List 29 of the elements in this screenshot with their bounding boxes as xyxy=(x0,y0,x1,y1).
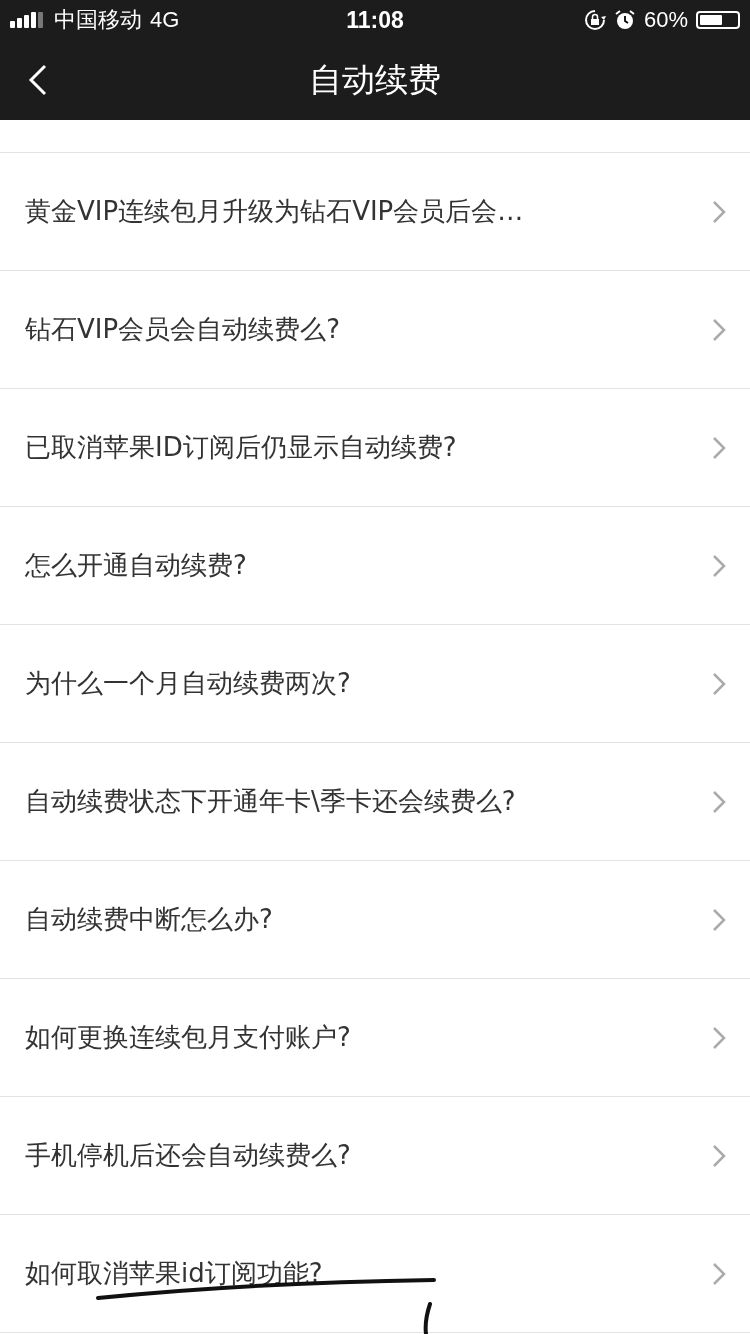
faq-item[interactable]: 钻石VIP会员会自动续费么? xyxy=(0,271,750,389)
chevron-right-icon xyxy=(712,1143,726,1168)
chevron-right-icon xyxy=(712,789,726,814)
faq-item[interactable]: 自动续费状态下开通年卡\季卡还会续费么? xyxy=(0,743,750,861)
carrier-name: 中国移动 xyxy=(54,6,142,34)
chevron-right-icon xyxy=(712,671,726,696)
chevron-right-icon xyxy=(712,907,726,932)
chevron-right-icon xyxy=(712,1261,726,1286)
signal-icon xyxy=(10,12,46,28)
page-title: 自动续费 xyxy=(309,58,441,101)
chevron-right-icon xyxy=(712,317,726,342)
faq-item[interactable]: 已取消苹果ID订阅后仍显示自动续费? xyxy=(0,389,750,507)
network-type: 4G xyxy=(150,7,180,33)
alarm-icon xyxy=(613,9,636,31)
faq-item[interactable]: 如何更换连续包月支付账户? xyxy=(0,979,750,1097)
faq-item[interactable]: 怎么开通自动续费? xyxy=(0,507,750,625)
chevron-right-icon xyxy=(712,1025,726,1050)
battery-percent: 60% xyxy=(643,7,688,33)
rotation-lock-icon xyxy=(583,9,606,31)
chevron-right-icon xyxy=(712,435,726,460)
faq-item[interactable]: 黄金VIP连续包月升级为钻石VIP会员后会… xyxy=(0,153,750,271)
clock-time: 11:08 xyxy=(346,6,404,34)
faq-item[interactable]: 为什么一个月自动续费两次? xyxy=(0,625,750,743)
back-icon[interactable] xyxy=(28,64,48,96)
battery-icon xyxy=(696,11,740,29)
faq-item[interactable]: 自动续费中断怎么办? xyxy=(0,861,750,979)
chevron-right-icon xyxy=(712,199,726,224)
faq-item[interactable]: 手机停机后还会自动续费么? xyxy=(0,1097,750,1215)
chevron-right-icon xyxy=(712,553,726,578)
